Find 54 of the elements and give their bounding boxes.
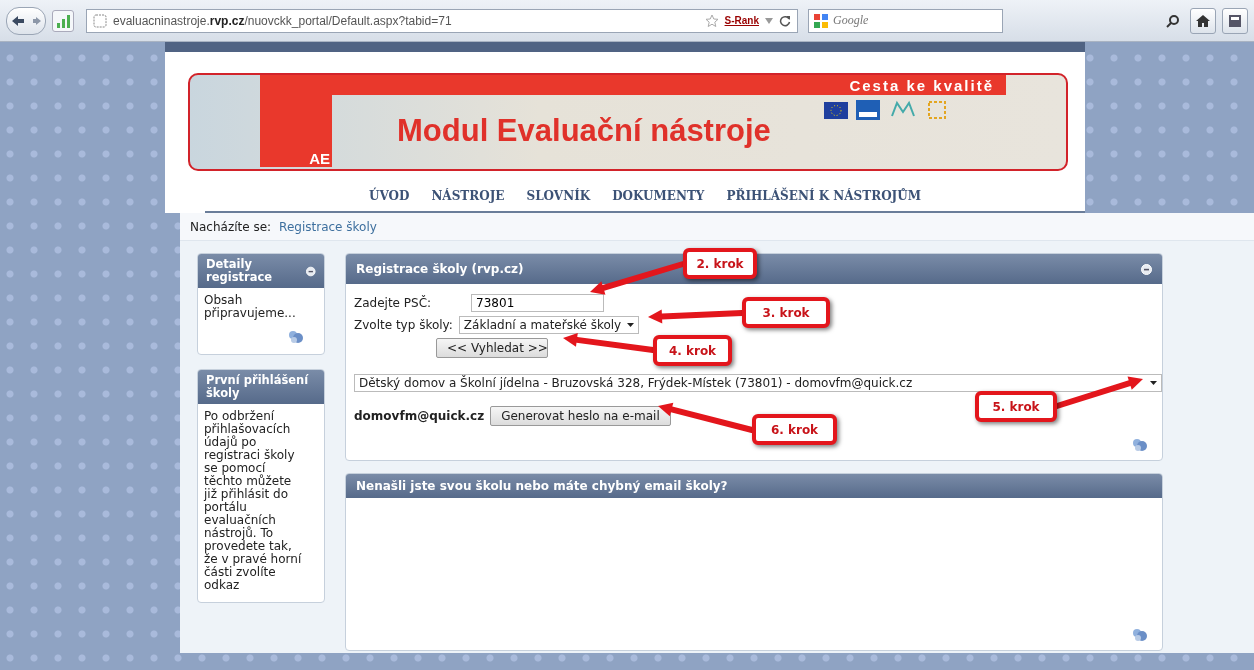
collapse-icon[interactable]	[1141, 263, 1152, 275]
search-field[interactable]: Google	[808, 8, 1003, 33]
window-icon	[1229, 14, 1241, 27]
generate-password-button[interactable]: Generovat heslo na e-mail	[490, 406, 671, 426]
breadcrumb-label: Nacházíte se:	[190, 219, 272, 234]
circles-icon[interactable]	[288, 330, 304, 344]
forward-icon[interactable]	[31, 15, 42, 26]
partner-logo-icon	[856, 100, 880, 120]
toolbar-menu-button[interactable]	[1222, 7, 1248, 34]
logo: AE	[260, 95, 332, 167]
nav-link[interactable]: NÁSTROJE	[431, 189, 505, 203]
step-callout: 4. krok	[653, 335, 732, 366]
panel-text: Po odbržení přihlašovacích údajů po registraci školy se pomocí těchto můžete již přihlásit do portálu evaluačních nástrojů. To provedete tak, že v pravé horní části zvolíte odkaz	[204, 410, 303, 592]
nav-link[interactable]: PŘIHLÁŠENÍ K NÁSTROJŮM	[726, 189, 922, 203]
google-icon	[813, 12, 829, 29]
site-title: Modul Evaluační nástroje	[397, 113, 771, 149]
home-button[interactable]	[1190, 7, 1216, 34]
circles-icon[interactable]	[1132, 438, 1148, 452]
page-icon	[93, 13, 107, 28]
nav-link[interactable]: DOKUMENTY	[612, 189, 705, 203]
dropdown-icon[interactable]	[765, 17, 773, 24]
search-button[interactable]: << Vyhledat >>	[436, 338, 548, 358]
star-icon[interactable]	[704, 13, 719, 28]
panel-text: Obsah připravujeme...	[204, 294, 297, 320]
panel-title: Detaily registrace	[206, 258, 274, 284]
back-forward-button[interactable]	[6, 6, 46, 35]
breadcrumb-link[interactable]: Registrace školy	[279, 219, 377, 234]
nav-link[interactable]: ÚVOD	[368, 189, 410, 203]
email-text: domovfm@quick.cz	[354, 409, 485, 423]
address-bar[interactable]: evaluacninastroje.rvp.cz/nuovckk_portal/Default.aspx?tabid=71 S-Rank	[86, 8, 798, 33]
school-dropdown[interactable]: Dětský domov a Školní jídelna - Bruzovská 328, Frýdek-Místek (73801) - domovfm@quick.cz	[354, 374, 1162, 392]
zip-input[interactable]: 73801	[471, 294, 605, 312]
caret-icon	[627, 323, 635, 327]
zip-label: Zadejte PSČ:	[354, 296, 432, 310]
panel-title: Registrace školy (rvp.cz)	[356, 262, 524, 276]
panel-title: První přihlášení školy	[206, 374, 310, 400]
rank-link[interactable]: S-Rank	[724, 15, 759, 26]
step-callout: 2. krok	[683, 248, 757, 279]
nav-link[interactable]: SLOVNÍK	[526, 189, 591, 203]
back-icon[interactable]	[10, 14, 25, 27]
caret-icon	[1150, 381, 1157, 385]
reload-icon[interactable]	[779, 14, 791, 27]
flag-icon	[824, 101, 848, 119]
collapse-icon[interactable]	[306, 265, 316, 277]
signal-icon[interactable]	[52, 9, 74, 32]
school-type-dropdown[interactable]: Základní a mateřské školy	[458, 316, 640, 334]
panel-title: Nenašli jste svou školu nebo máte chybný email školy?	[356, 479, 728, 493]
step-callout: 5. krok	[975, 391, 1057, 422]
circles-icon[interactable]	[1132, 628, 1148, 642]
step-callout: 3. krok	[742, 297, 830, 328]
slogan-text: Cesta ke kvalitě	[849, 77, 994, 94]
step-callout: 6. krok	[752, 414, 837, 445]
school-type-label: Zvolte typ školy:	[354, 318, 453, 332]
home-icon	[1196, 14, 1210, 27]
